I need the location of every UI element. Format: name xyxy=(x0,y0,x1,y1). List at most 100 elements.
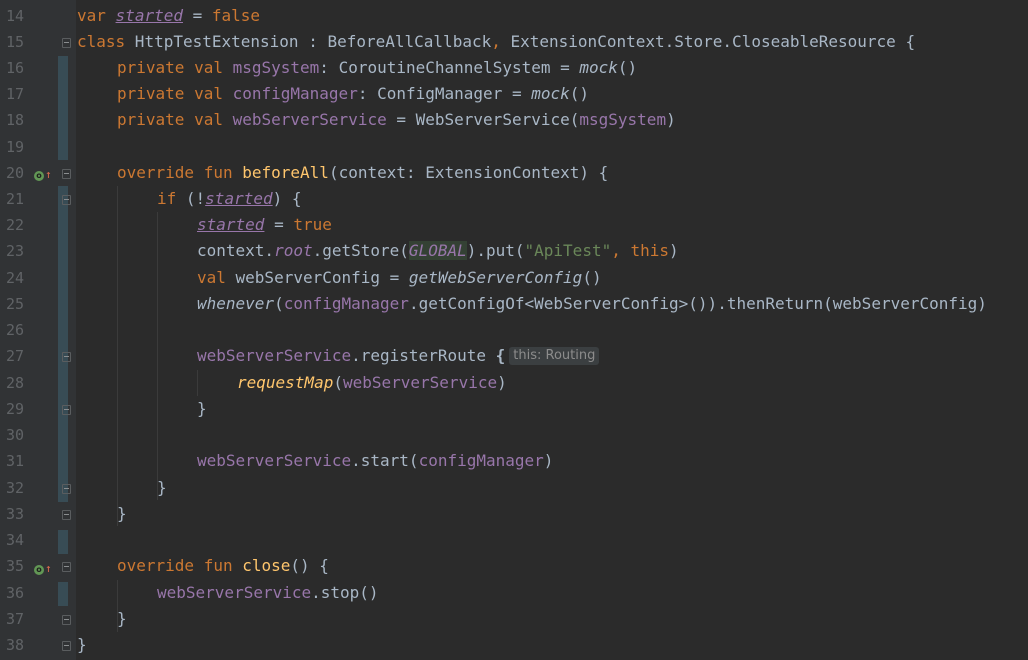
line-number: 25 xyxy=(5,295,24,313)
code-line: override fun close() { xyxy=(117,553,329,579)
property-token[interactable]: configManager xyxy=(419,451,544,470)
identifier-token[interactable]: webServerConfig = xyxy=(236,268,409,287)
line-number: 20 xyxy=(5,164,24,182)
keyword-token: var xyxy=(77,6,106,25)
property-token[interactable]: webServerService xyxy=(197,451,351,470)
code-line: } xyxy=(197,396,207,422)
method-call-token[interactable]: .stop() xyxy=(311,583,378,602)
change-marker[interactable] xyxy=(58,186,68,502)
fold-toggle-icon[interactable] xyxy=(62,641,71,651)
line-number: 34 xyxy=(5,531,24,549)
line-number: 14 xyxy=(5,7,24,25)
punctuation-token: ) xyxy=(543,451,554,470)
property-token[interactable]: msgSystem xyxy=(233,58,320,77)
string-token: "ApiTest" xyxy=(524,241,612,260)
class-supertype[interactable]: ExtensionContext.Store.CloseableResource… xyxy=(501,32,915,51)
identifier-token[interactable]: context. xyxy=(197,241,274,260)
punctuation-token: } xyxy=(197,399,207,418)
keyword-token: override fun xyxy=(117,556,243,575)
code-line: } xyxy=(117,501,127,527)
line-number: 35 xyxy=(5,557,24,575)
fold-toggle-icon[interactable] xyxy=(62,38,71,48)
line-number: 19 xyxy=(5,138,24,156)
property-token[interactable]: msgSystem xyxy=(579,110,666,129)
indent-guide xyxy=(197,370,198,396)
inlay-hint[interactable]: this: Routing xyxy=(509,347,600,365)
change-marker[interactable] xyxy=(58,56,68,160)
keyword-token: private val xyxy=(117,58,233,77)
fold-toggle-icon[interactable] xyxy=(62,169,71,179)
method-call-token[interactable]: .getStore( xyxy=(313,241,409,260)
change-marker[interactable] xyxy=(58,582,68,606)
code-line: whenever(configManager.getConfigOf<WebSe… xyxy=(197,291,987,317)
function-call-token[interactable]: mock xyxy=(579,58,618,77)
function-call-token[interactable]: mock xyxy=(531,84,570,103)
line-number: 38 xyxy=(5,636,24,654)
fold-toggle-icon[interactable] xyxy=(62,352,71,362)
function-name-token[interactable]: beforeAll xyxy=(242,163,329,182)
punctuation-token: ( xyxy=(274,294,284,313)
property-token[interactable]: configManager xyxy=(233,84,358,103)
fold-toggle-icon[interactable] xyxy=(62,484,71,494)
punctuation-token: ) xyxy=(666,110,676,129)
punctuation-token: ( xyxy=(333,373,343,392)
punctuation-token: ) { xyxy=(272,189,302,208)
property-token[interactable]: root xyxy=(274,241,313,260)
line-number: 26 xyxy=(5,321,24,339)
property-token[interactable]: webServerService xyxy=(233,110,387,129)
code-line: } xyxy=(157,475,167,501)
punctuation-token: ) xyxy=(497,373,507,392)
code-line: webServerService.stop() xyxy=(157,580,379,606)
line-number: 21 xyxy=(5,190,24,208)
constant-token[interactable]: GLOBAL xyxy=(408,241,467,260)
line-number: 17 xyxy=(5,85,24,103)
method-call-token[interactable]: .registerRoute xyxy=(351,346,496,365)
punctuation-token: () xyxy=(569,84,590,103)
punctuation-token: () xyxy=(582,268,602,287)
code-line: started = true xyxy=(197,212,332,238)
punctuation-token: } xyxy=(157,478,167,497)
punctuation-token: () xyxy=(617,58,638,77)
variable-token[interactable]: started xyxy=(116,6,183,25)
code-line: private val msgSystem: CoroutineChannelS… xyxy=(117,55,637,81)
fold-toggle-icon[interactable] xyxy=(62,405,71,415)
method-call-token[interactable]: .getConfigOf<WebServerConfig>()).thenRet… xyxy=(409,294,987,313)
property-token[interactable]: webServerService xyxy=(157,583,311,602)
code-line: class HttpTestExtension : BeforeAllCallb… xyxy=(77,29,915,55)
keyword-token: val xyxy=(197,268,236,287)
property-token[interactable]: webServerService xyxy=(197,346,351,365)
indent-guide xyxy=(157,212,158,500)
function-call-token[interactable]: whenever xyxy=(197,294,274,313)
line-number: 24 xyxy=(5,269,24,287)
class-declaration[interactable]: HttpTestExtension : BeforeAllCallback xyxy=(125,32,491,51)
keyword-token: override fun xyxy=(117,163,243,182)
function-call-token[interactable]: requestMap xyxy=(237,373,333,392)
code-line: if (!started) { xyxy=(157,186,302,212)
method-call-token[interactable]: .start( xyxy=(351,451,418,470)
fold-toggle-icon[interactable] xyxy=(62,195,71,205)
editor-gutter[interactable]: 14 15 16 17 18 19 20 21 22 23 24 25 26 2… xyxy=(0,0,76,660)
variable-token[interactable]: started xyxy=(205,189,272,208)
function-call-token[interactable]: getWebServerConfig xyxy=(409,268,582,287)
type-token: : ConfigManager = xyxy=(357,84,532,103)
fold-toggle-icon[interactable] xyxy=(62,615,71,625)
change-marker[interactable] xyxy=(58,530,68,554)
keyword-token: false xyxy=(211,6,261,25)
code-line: webServerService.start(configManager) xyxy=(197,448,553,474)
fold-toggle-icon[interactable] xyxy=(62,562,71,572)
line-number: 29 xyxy=(5,400,24,418)
line-number: 22 xyxy=(5,216,24,234)
function-name-token[interactable]: close xyxy=(242,556,290,575)
variable-token[interactable]: started xyxy=(197,215,264,234)
method-call-token[interactable]: ).put( xyxy=(467,241,525,260)
line-number: 36 xyxy=(5,584,24,602)
property-token[interactable]: webServerService xyxy=(343,373,497,392)
keyword-token: if xyxy=(157,189,186,208)
keyword-token: class xyxy=(77,32,126,51)
override-gutter-icon[interactable]: o ↑ xyxy=(34,561,52,575)
override-gutter-icon[interactable]: o ↑ xyxy=(34,167,52,181)
property-token[interactable]: configManager xyxy=(284,294,409,313)
fold-toggle-icon[interactable] xyxy=(62,510,71,520)
keyword-token: this xyxy=(630,241,670,260)
code-editor[interactable]: 14 15 16 17 18 19 20 21 22 23 24 25 26 2… xyxy=(0,0,1028,660)
